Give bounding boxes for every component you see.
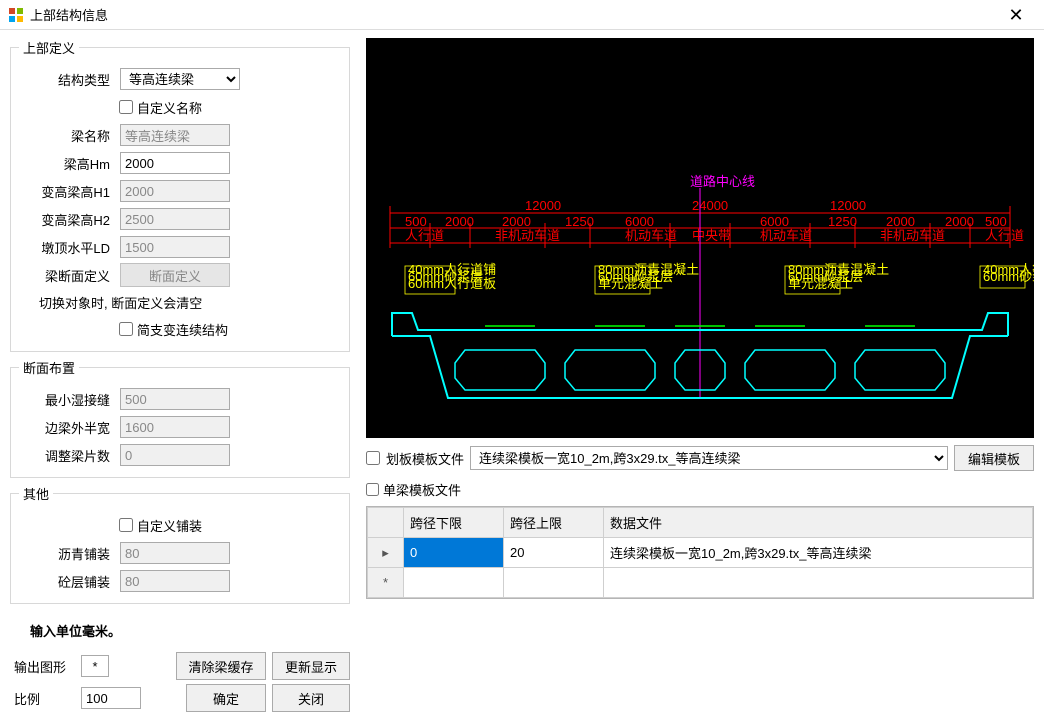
var-h1-label: 变高梁高H1 — [19, 182, 114, 201]
beam-name-input — [120, 124, 230, 146]
concrete-input — [120, 570, 230, 592]
plate-file-checkbox[interactable] — [366, 451, 380, 465]
right-panel: 12000 12000 24000 5002000 20001250 6000 … — [360, 30, 1044, 720]
svg-text:2000: 2000 — [945, 214, 974, 229]
var-h2-input — [120, 208, 230, 230]
output-fig-label: 输出图形 — [10, 657, 75, 676]
close-dialog-button[interactable]: 关闭 — [272, 684, 350, 712]
svg-text:人行道: 人行道 — [405, 228, 444, 243]
var-h2-label: 变高梁高H2 — [19, 210, 114, 229]
svg-text:12000: 12000 — [830, 198, 866, 213]
simple-cont-checkbox[interactable] — [119, 322, 133, 336]
titlebar: 上部结构信息 ✕ — [0, 0, 1044, 30]
svg-text:道路中心线: 道路中心线 — [690, 174, 755, 189]
col-upper[interactable]: 跨径上限 — [504, 508, 604, 538]
svg-text:1250: 1250 — [565, 214, 594, 229]
beam-name-label: 梁名称 — [19, 126, 114, 145]
other-legend: 其他 — [19, 484, 53, 503]
upper-def-legend: 上部定义 — [19, 38, 79, 57]
svg-text:单元混凝土: 单元混凝土 — [788, 276, 853, 291]
left-panel: 上部定义 结构类型 等高连续梁 自定义名称 梁名称 梁高Hm 变高梁高H1 — [0, 30, 360, 720]
custom-pave-checkbox[interactable] — [119, 518, 133, 532]
edge-half-label: 边梁外半宽 — [19, 418, 114, 437]
template-grid[interactable]: 跨径下限 跨径上限 数据文件 ▸ 0 20 连续梁模板一宽10_2m,跨3x29… — [366, 506, 1034, 599]
adj-count-label: 调整梁片数 — [19, 446, 114, 465]
cad-viewport[interactable]: 12000 12000 24000 5002000 20001250 6000 … — [366, 38, 1034, 438]
cell-upper[interactable]: 20 — [504, 538, 604, 568]
struct-type-label: 结构类型 — [19, 70, 114, 89]
svg-text:60mm砂浆层: 60mm砂浆层 — [983, 269, 1034, 284]
svg-text:500: 500 — [405, 214, 427, 229]
var-h1-input — [120, 180, 230, 202]
sec-def-button: 断面定义 — [120, 263, 230, 287]
custom-pave-label: 自定义铺装 — [137, 516, 202, 535]
row-new-indicator: * — [368, 568, 404, 598]
svg-text:24000: 24000 — [692, 198, 728, 213]
col-file[interactable]: 数据文件 — [604, 508, 1033, 538]
table-row-new[interactable]: * — [368, 568, 1033, 598]
svg-text:12000: 12000 — [525, 198, 561, 213]
svg-text:中央带: 中央带 — [692, 228, 731, 243]
beam-hm-label: 梁高Hm — [19, 154, 114, 173]
adj-count-input — [120, 444, 230, 466]
svg-text:2000: 2000 — [445, 214, 474, 229]
ratio-input[interactable] — [81, 687, 141, 709]
edit-template-button[interactable]: 编辑模板 — [954, 445, 1034, 471]
app-icon — [8, 7, 24, 23]
concrete-label: 砼层铺装 — [19, 572, 114, 591]
ratio-label: 比例 — [10, 689, 75, 708]
svg-text:机动车道: 机动车道 — [625, 228, 677, 243]
pier-ld-label: 墩顶水平LD — [19, 238, 114, 257]
unit-note: 输入单位毫米。 — [10, 611, 350, 650]
svg-text:500: 500 — [985, 214, 1007, 229]
clear-cache-button[interactable]: 清除梁缓存 — [176, 652, 266, 680]
close-button[interactable]: ✕ — [996, 6, 1036, 24]
svg-text:非机动车道: 非机动车道 — [495, 228, 560, 243]
table-row[interactable]: ▸ 0 20 连续梁模板一宽10_2m,跨3x29.tx_等高连续梁 — [368, 538, 1033, 568]
row-indicator: ▸ — [368, 538, 404, 568]
section-layout-group: 断面布置 最小湿接缝 边梁外半宽 调整梁片数 — [10, 358, 350, 478]
sec-def-label: 梁断面定义 — [19, 266, 114, 285]
section-layout-legend: 断面布置 — [19, 358, 79, 377]
min-seam-input — [120, 388, 230, 410]
edge-half-input — [120, 416, 230, 438]
struct-type-select[interactable]: 等高连续梁 — [120, 68, 240, 90]
svg-text:非机动车道: 非机动车道 — [880, 228, 945, 243]
custom-name-label: 自定义名称 — [137, 98, 202, 117]
custom-name-checkbox[interactable] — [119, 100, 133, 114]
other-group: 其他 自定义铺装 沥青铺装 砼层铺装 — [10, 484, 350, 604]
svg-text:6000: 6000 — [625, 214, 654, 229]
beam-file-checkbox[interactable] — [366, 483, 379, 496]
asphalt-label: 沥青铺装 — [19, 544, 114, 563]
simple-cont-label: 简支变连续结构 — [137, 320, 228, 339]
cell-file[interactable]: 连续梁模板一宽10_2m,跨3x29.tx_等高连续梁 — [604, 538, 1033, 568]
ok-button[interactable]: 确定 — [186, 684, 266, 712]
window-title: 上部结构信息 — [30, 5, 996, 24]
svg-text:人行道: 人行道 — [985, 228, 1024, 243]
svg-text:6000: 6000 — [760, 214, 789, 229]
svg-text:机动车道: 机动车道 — [760, 228, 812, 243]
plate-file-label: 划板模板文件 — [386, 449, 464, 468]
svg-text:2000: 2000 — [502, 214, 531, 229]
beam-hm-input[interactable] — [120, 152, 230, 174]
pier-ld-input — [120, 236, 230, 258]
output-fig-button[interactable]: * — [81, 655, 109, 677]
beam-file-label: 单梁模板文件 — [383, 480, 461, 499]
asphalt-input — [120, 542, 230, 564]
svg-text:2000: 2000 — [886, 214, 915, 229]
refresh-button[interactable]: 更新显示 — [272, 652, 350, 680]
plate-file-select[interactable]: 连续梁模板一宽10_2m,跨3x29.tx_等高连续梁 — [470, 446, 948, 470]
min-seam-label: 最小湿接缝 — [19, 390, 114, 409]
svg-text:60mm人行道板: 60mm人行道板 — [408, 276, 496, 291]
col-lower[interactable]: 跨径下限 — [404, 508, 504, 538]
svg-text:单元混凝土: 单元混凝土 — [598, 276, 663, 291]
upper-def-group: 上部定义 结构类型 等高连续梁 自定义名称 梁名称 梁高Hm 变高梁高H1 — [10, 38, 350, 352]
switch-note: 切换对象时, 断面定义会清空 — [19, 289, 341, 315]
svg-text:1250: 1250 — [828, 214, 857, 229]
cell-lower[interactable]: 0 — [404, 538, 504, 568]
